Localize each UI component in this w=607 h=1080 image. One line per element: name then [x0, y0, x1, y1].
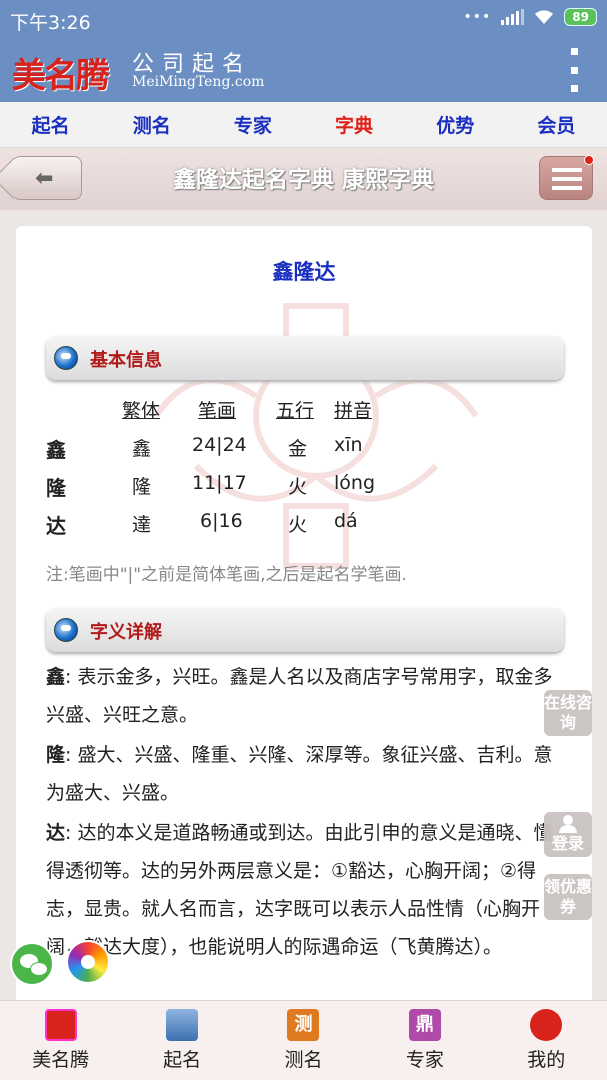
bottom-tab-ceming[interactable]: 测 测名: [253, 1001, 353, 1080]
meaning-item: 隆: 盛大、兴盛、隆重、兴隆、深厚等。象征兴盛、吉利。意为盛大、兴盛。: [46, 736, 566, 812]
page-title: 鑫隆达起名字典 康熙字典: [172, 167, 434, 193]
user-icon: [530, 1009, 563, 1041]
row-char: 隆: [46, 476, 66, 500]
coupon-button[interactable]: 领优惠券: [544, 874, 592, 920]
col-header-pinyin: 拼音: [334, 400, 373, 422]
section-title: 字义详解: [90, 622, 162, 643]
meaning-item: 达: 达的本义是道路畅通或到达。由此引申的意义是通晓、懂得透彻等。达的另外两层意…: [46, 814, 566, 966]
row-wuxing: 火: [288, 514, 308, 536]
yinyang-icon: [54, 618, 78, 642]
brand-icon: [44, 1009, 77, 1041]
bottom-tab-label: 起名: [163, 1049, 202, 1071]
tab-qiming[interactable]: 起名: [32, 111, 70, 138]
row-pinyin: dá: [334, 510, 358, 532]
bottom-tab-zhuanjia[interactable]: 鼎 专家: [375, 1001, 475, 1080]
meaning-text: : 表示金多，兴旺。鑫是人名以及商店字号常用字，取金多兴盛、兴旺之意。: [46, 666, 553, 726]
tab-youshi[interactable]: 优势: [436, 111, 474, 138]
battery-icon: 89: [564, 8, 597, 26]
meaning-text: : 盛大、兴盛、隆重、兴隆、深厚等。象征兴盛、吉利。意为盛大、兴盛。: [46, 744, 553, 804]
app-header: 美名腾 公司起名 MeiMingTeng.com: [0, 38, 607, 102]
wechat-icon[interactable]: [10, 942, 54, 986]
meaning-char: 达: [46, 822, 66, 844]
menu-button[interactable]: [539, 155, 594, 200]
online-consult-button[interactable]: 在线咨询: [544, 690, 592, 736]
tab-zhuanjia[interactable]: 专家: [234, 111, 272, 138]
status-icons: ••• 89: [464, 8, 597, 26]
brand-url: MeiMingTeng.com: [132, 74, 265, 90]
status-time: 下午3:26: [10, 12, 91, 34]
meaning-char: 隆: [46, 744, 66, 766]
col-header-strokes: 笔画: [198, 400, 237, 422]
tab-ceming[interactable]: 测名: [133, 111, 171, 138]
section-meaning: 字义详解: [46, 608, 564, 652]
more-dots-icon: •••: [463, 9, 492, 25]
col-header-wuxing: 五行: [276, 400, 315, 422]
meaning-char: 鑫: [46, 666, 66, 688]
row-strokes: 6|16: [200, 510, 243, 532]
signal-icon: [501, 9, 525, 25]
col-header-trad: 繁体: [122, 400, 161, 422]
login-label: 登录: [551, 834, 584, 853]
row-strokes: 11|17: [192, 472, 247, 494]
expert-icon: 鼎: [408, 1009, 441, 1041]
row-trad: 隆: [132, 476, 152, 498]
row-trad: 鑫: [132, 438, 152, 460]
section-basic-info: 基本信息: [46, 336, 564, 380]
title-bar: ⬅ 鑫隆达起名字典 康熙字典: [0, 148, 607, 210]
tab-huiyuan[interactable]: 会员: [537, 111, 575, 138]
wifi-icon: [535, 10, 554, 24]
row-char: 达: [46, 514, 66, 538]
bottom-tab-mine[interactable]: 我的: [496, 1001, 596, 1080]
test-icon: 测: [287, 1009, 320, 1041]
status-bar: 下午3:26 ••• 89: [0, 0, 607, 38]
word-heading: 鑫隆达: [272, 260, 336, 284]
more-menu-icon[interactable]: [571, 48, 579, 92]
login-button[interactable]: 登录: [544, 812, 592, 857]
tab-zidian[interactable]: 字典: [335, 111, 373, 138]
notification-dot-icon: [584, 155, 594, 165]
row-pinyin: lóng: [334, 472, 376, 494]
section-title: 基本信息: [90, 350, 162, 371]
watermark-ornament: [153, 303, 479, 569]
stroke-note: 注:笔画中"|"之前是简体笔画,之后是起名学笔画.: [46, 565, 407, 585]
top-nav: 起名 测名 专家 字典 优势 会员: [0, 102, 607, 148]
row-strokes: 24|24: [192, 434, 247, 456]
brand-logo[interactable]: 美名腾: [12, 48, 110, 97]
content-card: 鑫隆达 基本信息 繁体 笔画 五行 拼音 鑫 鑫 24|24 金 xīn 隆 隆…: [16, 226, 592, 1026]
row-trad: 達: [132, 514, 152, 536]
bottom-tab-label: 测名: [284, 1049, 323, 1071]
row-char: 鑫: [46, 438, 66, 462]
camera-shutter-icon[interactable]: [66, 940, 110, 984]
meaning-item: 鑫: 表示金多，兴旺。鑫是人名以及商店字号常用字，取金多兴盛、兴旺之意。: [46, 658, 566, 734]
bottom-tab-label: 专家: [405, 1049, 444, 1071]
bottom-tab-label: 美名腾: [32, 1049, 90, 1071]
row-pinyin: xīn: [334, 434, 363, 456]
row-wuxing: 火: [288, 476, 308, 498]
book-icon: [166, 1009, 199, 1041]
user-icon: [558, 815, 578, 833]
bottom-tab-brand[interactable]: 美名腾: [11, 1001, 111, 1080]
bottom-tab-qiming[interactable]: 起名: [132, 1001, 232, 1080]
yinyang-icon: [54, 346, 78, 370]
row-wuxing: 金: [288, 438, 308, 460]
bottom-tab-label: 我的: [527, 1049, 566, 1071]
meaning-text: : 达的本义是道路畅通或到达。由此引申的意义是通晓、懂得透彻等。达的另外两层意义…: [46, 822, 553, 958]
bottom-nav: 美名腾 起名 测 测名 鼎 专家 我的: [0, 1000, 607, 1080]
